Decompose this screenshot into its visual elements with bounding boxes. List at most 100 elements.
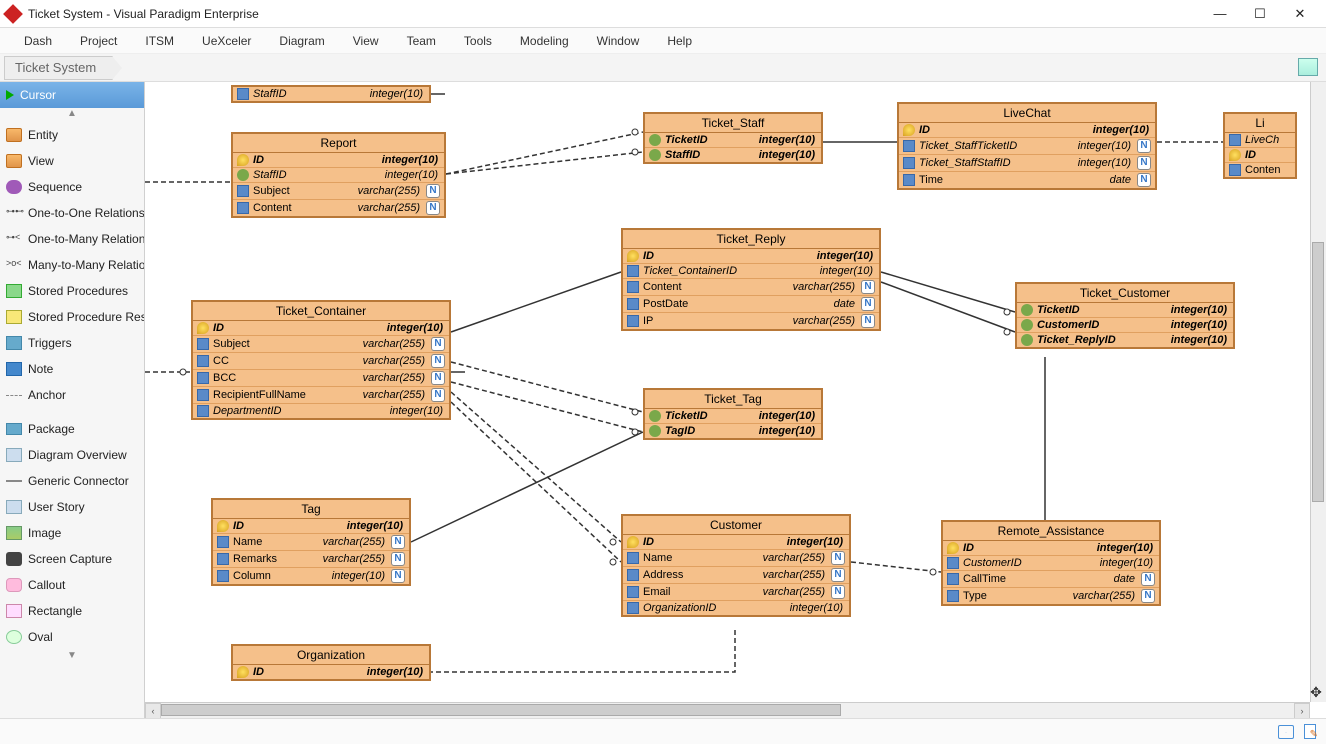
column-row[interactable]: StaffIDinteger(10) — [233, 168, 444, 183]
column-row[interactable]: Contentvarchar(255)N — [233, 200, 444, 216]
column-row[interactable]: IDinteger(10) — [943, 541, 1159, 556]
column-row[interactable]: CustomerIDinteger(10) — [943, 556, 1159, 571]
maximize-button[interactable]: ☐ — [1240, 0, 1280, 28]
close-button[interactable]: ✕ — [1280, 0, 1320, 28]
column-row[interactable]: TicketIDinteger(10) — [645, 133, 821, 148]
column-row[interactable]: LiveCh — [1225, 133, 1295, 148]
column-row[interactable]: Emailvarchar(255)N — [623, 584, 849, 601]
palette-note[interactable]: Note — [0, 356, 144, 382]
menu-dash[interactable]: Dash — [10, 28, 66, 54]
entity-report[interactable]: ReportIDinteger(10)StaffIDinteger(10)Sub… — [231, 132, 446, 218]
column-row[interactable]: Addressvarchar(255)N — [623, 567, 849, 584]
column-row[interactable]: IDinteger(10) — [623, 249, 879, 264]
column-row[interactable]: Ticket_ReplyIDinteger(10) — [1017, 333, 1233, 347]
column-row[interactable]: CustomerIDinteger(10) — [1017, 318, 1233, 333]
column-row[interactable]: IDinteger(10) — [213, 519, 409, 534]
column-row[interactable]: IDinteger(10) — [233, 153, 444, 168]
palette-view[interactable]: View — [0, 148, 144, 174]
column-row[interactable]: Subjectvarchar(255)N — [193, 336, 449, 353]
palette-one-one[interactable]: ⊶⊷One-to-One Relationship — [0, 200, 144, 226]
column-row[interactable]: CCvarchar(255)N — [193, 353, 449, 370]
palette-down-arrow[interactable]: ▼ — [0, 650, 144, 664]
scroll-left-button[interactable]: ‹ — [145, 703, 161, 719]
entity-live_frag[interactable]: LiLiveChIDConten — [1223, 112, 1297, 179]
column-row[interactable]: Ticket_StaffTicketIDinteger(10)N — [899, 138, 1155, 155]
view-switcher-icon[interactable] — [1298, 58, 1318, 76]
menu-itsm[interactable]: ITSM — [131, 28, 188, 54]
minimize-button[interactable]: — — [1200, 0, 1240, 28]
vertical-scrollbar[interactable] — [1310, 82, 1326, 702]
palette-sp[interactable]: Stored Procedures — [0, 278, 144, 304]
column-row[interactable]: Ticket_StaffStaffIDinteger(10)N — [899, 155, 1155, 172]
palette-pkg[interactable]: Package — [0, 416, 144, 442]
entity-ticket_reply[interactable]: Ticket_ReplyIDinteger(10)Ticket_Containe… — [621, 228, 881, 331]
v-scroll-thumb[interactable] — [1312, 242, 1324, 502]
column-row[interactable]: IDinteger(10) — [899, 123, 1155, 138]
diagram-canvas[interactable]: StaffIDinteger(10)ReportIDinteger(10)Sta… — [145, 82, 1326, 718]
column-row[interactable]: RecipientFullNamevarchar(255)N — [193, 387, 449, 404]
menu-uexceler[interactable]: UeXceler — [188, 28, 265, 54]
column-row[interactable]: ID — [1225, 148, 1295, 163]
palette-many-many[interactable]: >o<Many-to-Many Relationship — [0, 252, 144, 278]
entity-ticket_customer[interactable]: Ticket_CustomerTicketIDinteger(10)Custom… — [1015, 282, 1235, 349]
palette-call[interactable]: Callout — [0, 572, 144, 598]
edit-doc-icon[interactable] — [1304, 724, 1316, 739]
entity-ticket_staff[interactable]: Ticket_StaffTicketIDinteger(10)StaffIDin… — [643, 112, 823, 164]
column-row[interactable]: OrganizationIDinteger(10) — [623, 601, 849, 615]
column-row[interactable]: TicketIDinteger(10) — [1017, 303, 1233, 318]
palette-oval[interactable]: Oval — [0, 624, 144, 650]
entity-remote[interactable]: Remote_AssistanceIDinteger(10)CustomerID… — [941, 520, 1161, 606]
menu-window[interactable]: Window — [583, 28, 654, 54]
h-scroll-track[interactable] — [161, 703, 1294, 719]
column-row[interactable]: TicketIDinteger(10) — [645, 409, 821, 424]
menu-diagram[interactable]: Diagram — [265, 28, 338, 54]
palette-anchor[interactable]: Anchor — [0, 382, 144, 408]
column-row[interactable]: CallTimedateN — [943, 571, 1159, 588]
column-row[interactable]: Subjectvarchar(255)N — [233, 183, 444, 200]
palette-us[interactable]: User Story — [0, 494, 144, 520]
horizontal-scrollbar[interactable]: ‹ › — [145, 702, 1310, 718]
column-row[interactable]: TagIDinteger(10) — [645, 424, 821, 438]
column-row[interactable]: IDinteger(10) — [623, 535, 849, 550]
breadcrumb[interactable]: Ticket System — [4, 56, 113, 80]
column-row[interactable]: TimedateN — [899, 172, 1155, 188]
palette-sequence[interactable]: Sequence — [0, 174, 144, 200]
column-row[interactable]: Contentvarchar(255)N — [623, 279, 879, 296]
column-row[interactable]: IPvarchar(255)N — [623, 313, 879, 329]
palette-entity[interactable]: Entity — [0, 122, 144, 148]
column-row[interactable]: PostDatedateN — [623, 296, 879, 313]
entity-livechat[interactable]: LiveChatIDinteger(10)Ticket_StaffTicketI… — [897, 102, 1157, 190]
menu-help[interactable]: Help — [653, 28, 706, 54]
entity-tag[interactable]: TagIDinteger(10)Namevarchar(255)NRemarks… — [211, 498, 411, 586]
menu-team[interactable]: Team — [393, 28, 450, 54]
palette-rect[interactable]: Rectangle — [0, 598, 144, 624]
palette-up-arrow[interactable]: ▲ — [0, 108, 144, 122]
column-row[interactable]: Namevarchar(255)N — [623, 550, 849, 567]
column-row[interactable]: IDinteger(10) — [193, 321, 449, 336]
palette-over[interactable]: Diagram Overview — [0, 442, 144, 468]
palette-gen[interactable]: Generic Connector — [0, 468, 144, 494]
menu-view[interactable]: View — [339, 28, 393, 54]
column-row[interactable]: Conten — [1225, 163, 1295, 177]
scroll-right-button[interactable]: › — [1294, 703, 1310, 719]
menu-project[interactable]: Project — [66, 28, 131, 54]
palette-cursor[interactable]: Cursor — [0, 82, 144, 108]
column-row[interactable]: Typevarchar(255)N — [943, 588, 1159, 604]
pan-icon[interactable]: ✥ — [1308, 684, 1324, 700]
h-scroll-thumb[interactable] — [161, 704, 841, 716]
palette-cap[interactable]: Screen Capture — [0, 546, 144, 572]
palette-trig[interactable]: Triggers — [0, 330, 144, 356]
mail-icon[interactable] — [1278, 725, 1294, 739]
entity-org[interactable]: OrganizationIDinteger(10) — [231, 644, 431, 681]
column-row[interactable]: DepartmentIDinteger(10) — [193, 404, 449, 418]
menu-tools[interactable]: Tools — [450, 28, 506, 54]
menu-modeling[interactable]: Modeling — [506, 28, 583, 54]
entity-ticket_container[interactable]: Ticket_ContainerIDinteger(10)Subjectvarc… — [191, 300, 451, 420]
palette-spr[interactable]: Stored Procedure Resultset — [0, 304, 144, 330]
column-row[interactable]: BCCvarchar(255)N — [193, 370, 449, 387]
entity-customer[interactable]: CustomerIDinteger(10)Namevarchar(255)NAd… — [621, 514, 851, 617]
column-row[interactable]: Columninteger(10)N — [213, 568, 409, 584]
palette-one-many[interactable]: ⊶<One-to-Many Relationship — [0, 226, 144, 252]
entity-staffid_frag[interactable]: StaffIDinteger(10) — [231, 85, 431, 103]
palette-img[interactable]: Image — [0, 520, 144, 546]
